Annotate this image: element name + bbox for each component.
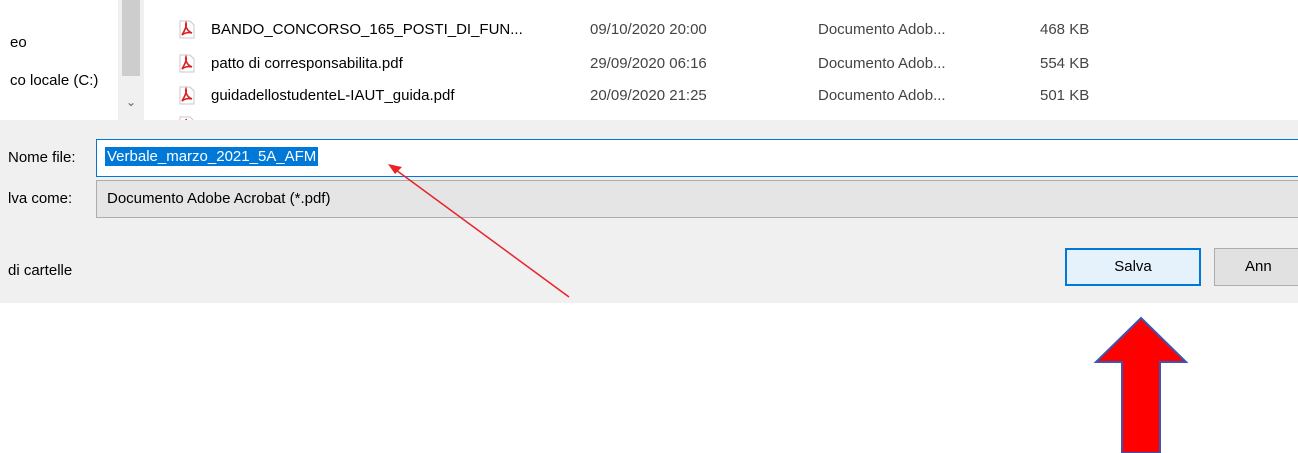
list-item[interactable]: BANDO_CONCORSO_165_POSTI_DI_FUN... 09/10… [172, 17, 1132, 43]
file-type: Documento Adob... [818, 55, 946, 72]
nav-item-local-disk[interactable]: co locale (C:) [10, 72, 98, 89]
file-date: 29/09/2020 06:16 [590, 55, 707, 72]
file-type: Documento Adob... [818, 87, 946, 104]
pdf-file-icon [179, 86, 195, 105]
file-size: 468 KB [1040, 21, 1090, 38]
save-dialog-panel: Nome file: Verbale_marzo_2021_5A_AFM lva… [0, 120, 1298, 303]
save-button[interactable]: Salva [1065, 248, 1201, 286]
file-size: 554 KB [1040, 55, 1090, 72]
file-date: 20/09/2020 21:25 [590, 87, 707, 104]
file-type: Documento Adob... [818, 21, 946, 38]
cancel-button[interactable]: Ann [1214, 248, 1298, 286]
red-up-arrow-icon [1093, 316, 1189, 453]
list-item[interactable]: guidadellostudenteL-IAUT_guida.pdf 20/09… [172, 83, 1132, 109]
pdf-file-icon [179, 20, 195, 39]
file-date: 09/10/2020 20:00 [590, 21, 707, 38]
file-name: BANDO_CONCORSO_165_POSTI_DI_FUN... [211, 21, 523, 38]
file-list-area: eo co locale (C:) ⌄ BANDO_CONCORSO_165_P… [0, 0, 1298, 120]
list-item[interactable]: patto di corresponsabilita.pdf 29/09/202… [172, 51, 1132, 77]
scrollbar-thumb[interactable] [122, 0, 140, 76]
filename-label: Nome file: [8, 149, 76, 166]
file-name: patto di corresponsabilita.pdf [211, 55, 403, 72]
savetype-label: lva come: [8, 190, 73, 207]
file-name: guidadellostudenteL-IAUT_guida.pdf [211, 87, 455, 104]
nav-scrollbar[interactable]: ⌄ [118, 0, 144, 120]
navigation-pane: eo co locale (C:) ⌄ [0, 0, 145, 120]
savetype-select[interactable]: Documento Adobe Acrobat (*.pdf) [96, 180, 1298, 218]
pdf-file-icon [179, 54, 195, 73]
file-size: 501 KB [1040, 87, 1090, 104]
hide-folders-toggle[interactable]: di cartelle [8, 262, 72, 279]
filename-selected-text: Verbale_marzo_2021_5A_AFM [105, 147, 319, 166]
savetype-selected-value: Documento Adobe Acrobat (*.pdf) [107, 190, 331, 207]
filename-input[interactable]: Verbale_marzo_2021_5A_AFM [96, 139, 1298, 177]
nav-item-video[interactable]: eo [10, 34, 27, 51]
list-item-partial[interactable] [172, 113, 1132, 120]
chevron-down-icon[interactable]: ⌄ [125, 96, 137, 108]
